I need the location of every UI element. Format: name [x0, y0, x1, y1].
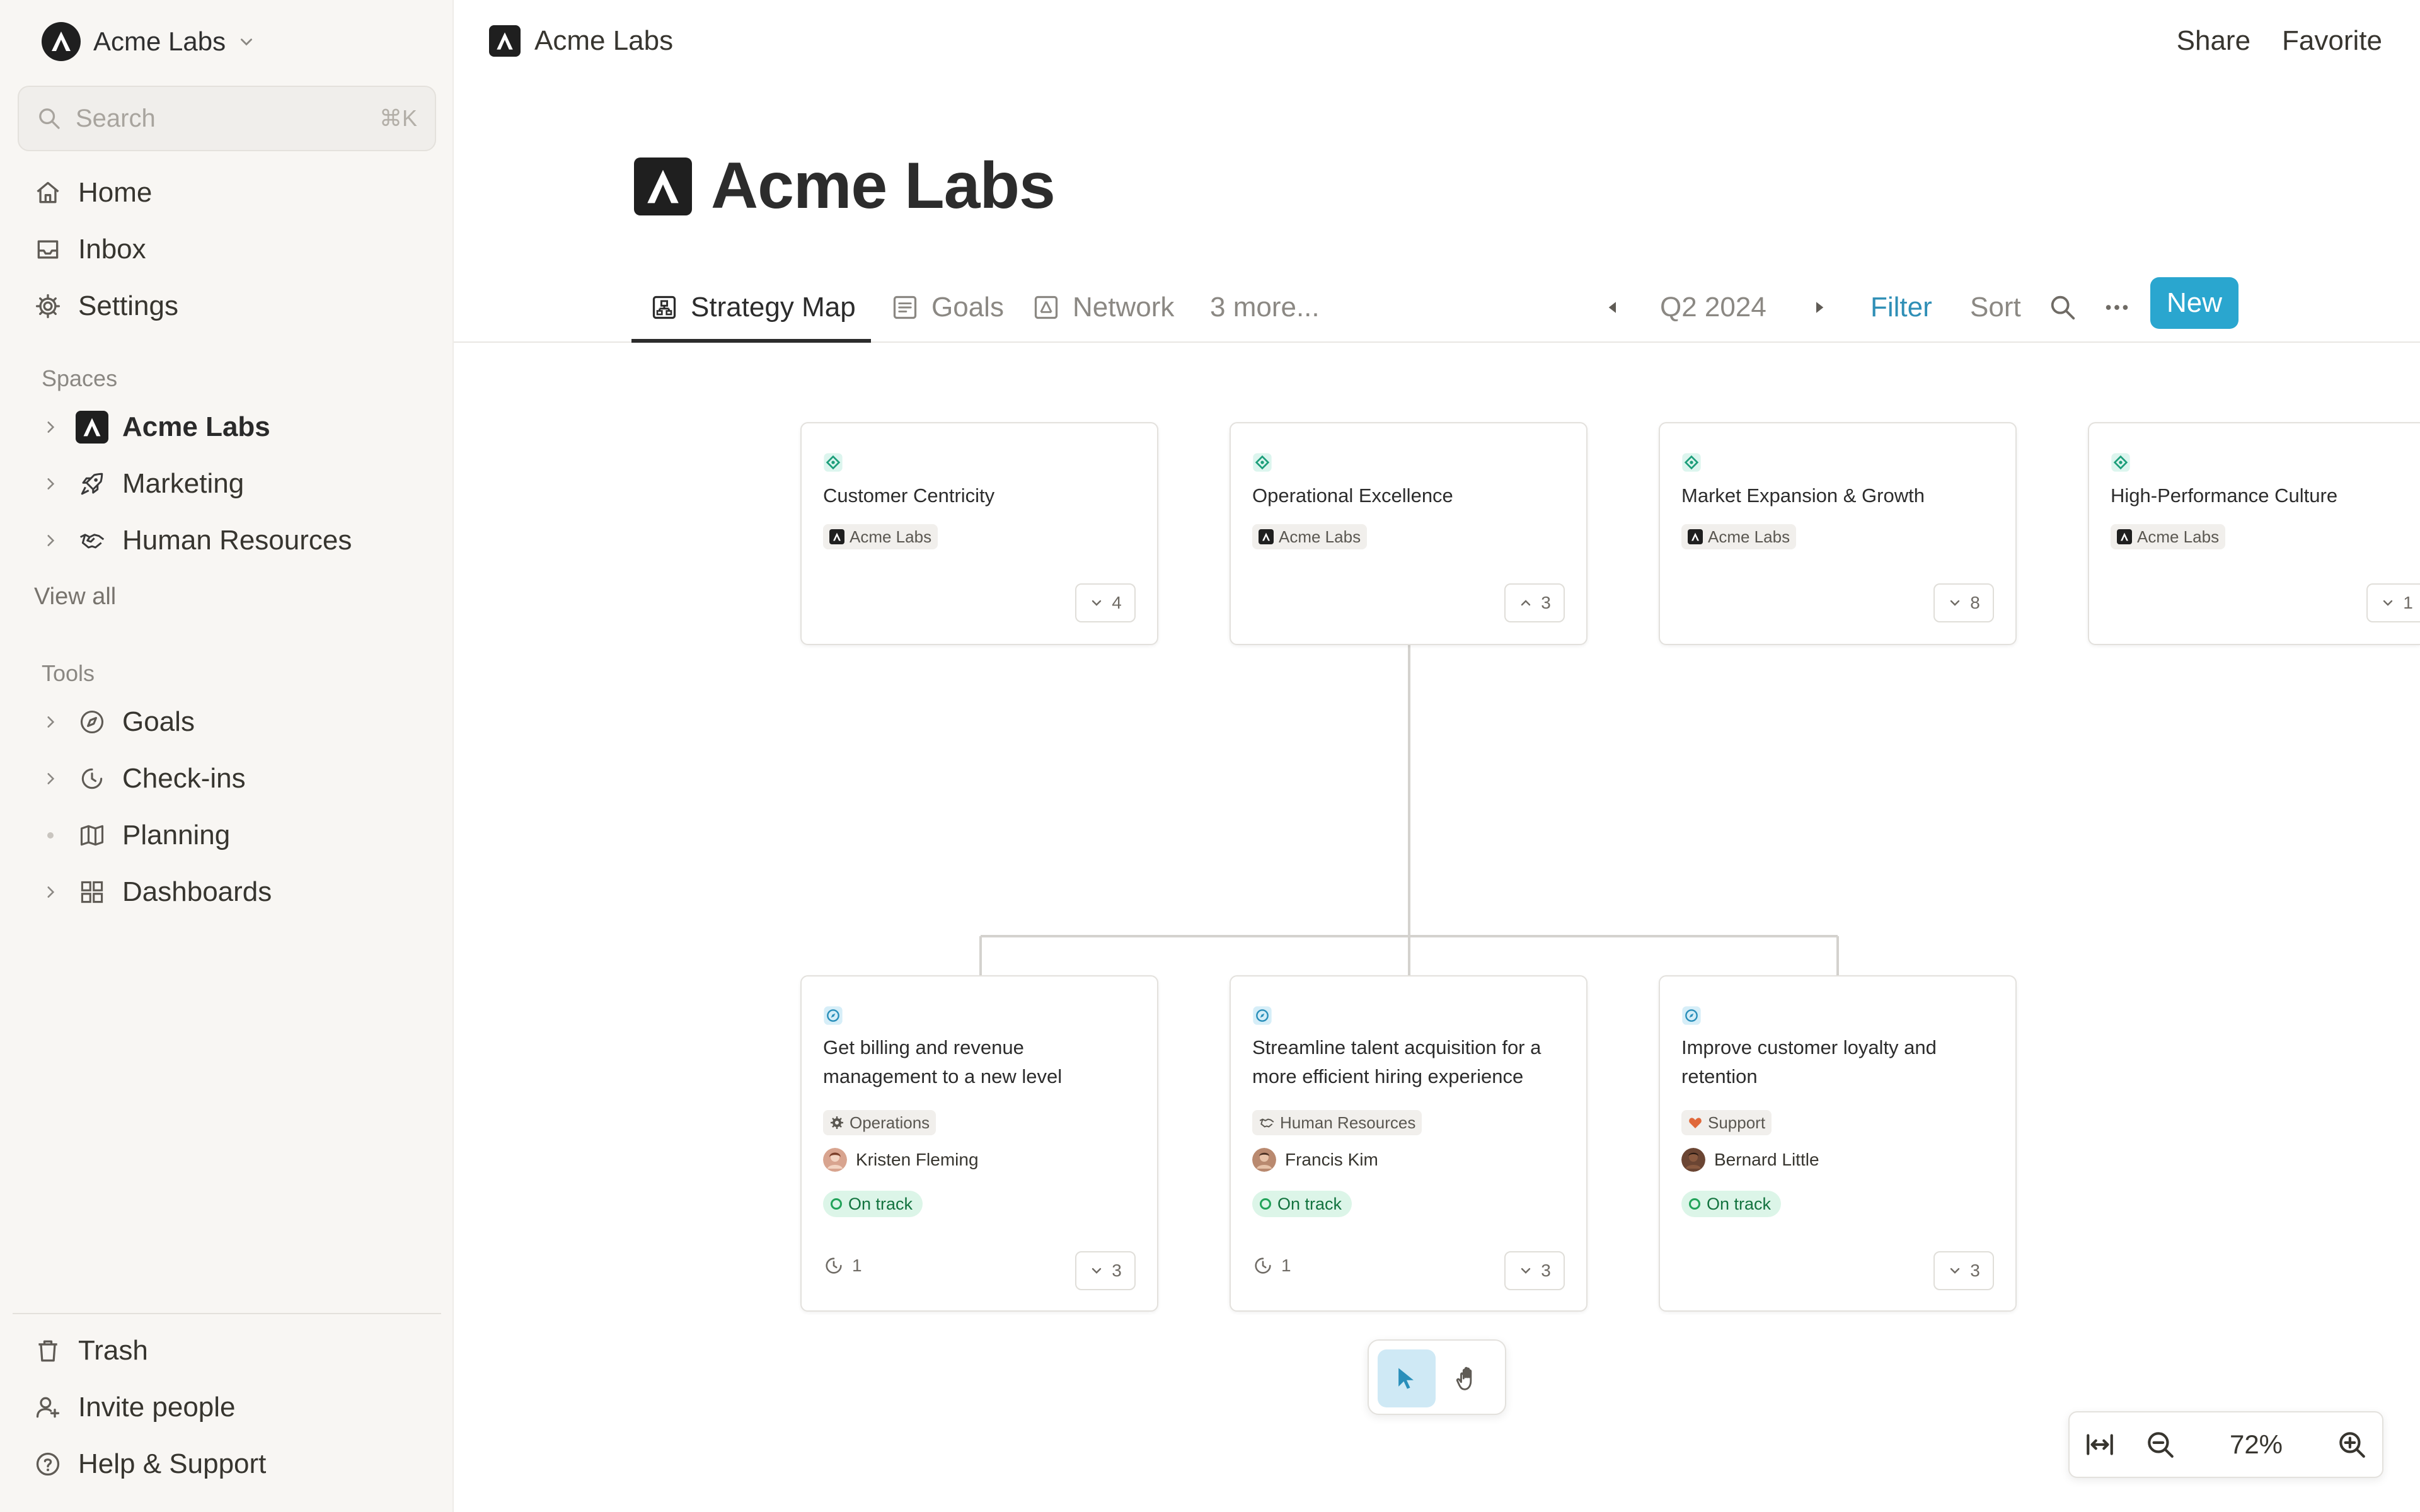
strategy-icon	[824, 453, 843, 472]
chip-label: Acme Labs	[850, 527, 932, 546]
goal-card[interactable]: Streamline talent acquisition for a more…	[1230, 975, 1587, 1312]
team-chip: Operations	[823, 1110, 936, 1135]
hand-icon	[1456, 1366, 1472, 1390]
children-count: 3	[1970, 1261, 1980, 1280]
expand-children-button[interactable]: 3	[1504, 1251, 1565, 1290]
goal-compass-icon	[1682, 1006, 1701, 1025]
avatar	[823, 1148, 847, 1172]
acme-logo-icon	[2117, 529, 2132, 544]
strategy-icon	[1682, 453, 1701, 472]
select-tool-button[interactable]	[1378, 1349, 1436, 1407]
goal-card[interactable]: Get billing and revenue management to a …	[800, 975, 1158, 1312]
chip-label: Human Resources	[1280, 1113, 1416, 1132]
expand-children-button[interactable]: 3	[1075, 1251, 1136, 1290]
clock-icon	[826, 1257, 842, 1274]
strategy-card[interactable]: Customer Centricity Acme Labs 4	[800, 422, 1158, 645]
children-count: 3	[1541, 593, 1551, 612]
chip-label: Acme Labs	[2137, 527, 2220, 546]
collapse-children-button[interactable]: 3	[1504, 583, 1565, 622]
chevron-down-icon	[1950, 600, 1960, 606]
zoom-out-icon	[2148, 1432, 2174, 1458]
space-chip: Acme Labs	[823, 524, 938, 549]
card-title: Customer Centricity	[823, 484, 995, 507]
expand-children-button[interactable]: 1	[2366, 583, 2420, 622]
zoom-in-icon	[2339, 1432, 2365, 1458]
space-chip: Acme Labs	[1252, 524, 1368, 549]
avatar	[1681, 1148, 1705, 1172]
chevron-up-icon	[1521, 600, 1531, 606]
children-count: 3	[1112, 1261, 1122, 1280]
status-label: On track	[1707, 1194, 1772, 1213]
card-title: Operational Excellence	[1252, 484, 1453, 507]
chevron-down-icon	[2383, 600, 2393, 606]
card-title: Market Expansion & Growth	[1681, 484, 1925, 507]
card-title: Get billing and revenue management to a …	[823, 1036, 1063, 1087]
fit-width-icon	[2087, 1434, 2113, 1455]
chip-label: Operations	[850, 1113, 930, 1132]
app-window: Acme Labs Search ⌘K Home Inbox Settings …	[0, 0, 2420, 1512]
zoom-level[interactable]: 72%	[2191, 1429, 2322, 1460]
status-label: On track	[848, 1194, 913, 1213]
space-chip: Acme Labs	[1681, 524, 1797, 549]
heart-icon	[1689, 1118, 1702, 1128]
strategy-icon	[2111, 453, 2130, 472]
goal-card[interactable]: Improve customer loyalty and retention S…	[1659, 975, 2017, 1312]
checkins-value: 1	[852, 1256, 862, 1275]
chevron-down-icon	[1092, 600, 1102, 606]
owner-name: Kristen Fleming	[856, 1150, 979, 1169]
status-badge: On track	[823, 1191, 923, 1217]
chevron-down-icon	[1950, 1268, 1960, 1274]
goal-owner[interactable]: Kristen Fleming	[823, 1148, 979, 1172]
zoom-controls: 72%	[2068, 1411, 2383, 1478]
avatar	[1252, 1148, 1276, 1172]
goal-owner[interactable]: Francis Kim	[1252, 1148, 1378, 1172]
strategy-card[interactable]: Market Expansion & Growth Acme Labs 8	[1659, 422, 2017, 645]
children-count: 4	[1112, 593, 1122, 612]
acme-logo-icon	[829, 529, 844, 544]
connector-lines	[979, 645, 1839, 975]
owner-name: Bernard Little	[1714, 1150, 1819, 1169]
status-label: On track	[1277, 1194, 1342, 1213]
children-count: 8	[1970, 593, 1980, 612]
space-chip: Acme Labs	[2111, 524, 2226, 549]
team-chip: Support	[1681, 1110, 1772, 1135]
acme-logo-icon	[1259, 529, 1274, 544]
card-title: High-Performance Culture	[2111, 484, 2338, 507]
chevron-down-icon	[1092, 1268, 1102, 1274]
acme-logo-icon	[1688, 529, 1703, 544]
chip-label: Support	[1708, 1113, 1766, 1132]
zoom-out-button[interactable]	[2130, 1414, 2191, 1475]
team-chip: Human Resources	[1252, 1110, 1422, 1135]
zoom-in-button[interactable]	[2322, 1414, 2382, 1475]
chevron-down-icon	[1521, 1268, 1531, 1274]
goal-owner[interactable]: Bernard Little	[1681, 1148, 1819, 1172]
strategy-card[interactable]: Operational Excellence Acme Labs 3	[1230, 422, 1587, 645]
cursor-arrow-icon	[1398, 1368, 1414, 1389]
status-badge: On track	[1252, 1191, 1352, 1217]
checkins-value: 1	[1281, 1256, 1291, 1275]
pan-tool-button[interactable]	[1439, 1349, 1497, 1407]
card-title: Improve customer loyalty and retention	[1681, 1036, 1937, 1087]
canvas-tool-switcher	[1368, 1339, 1506, 1415]
children-count: 3	[1541, 1261, 1551, 1280]
card-title: Streamline talent acquisition for a more…	[1252, 1036, 1541, 1087]
gear-icon	[831, 1116, 843, 1129]
checkins-count: 1	[823, 1255, 862, 1276]
chip-label: Acme Labs	[1708, 527, 1790, 546]
checkins-count: 1	[1252, 1255, 1291, 1276]
expand-children-button[interactable]: 3	[1933, 1251, 1994, 1290]
goal-compass-icon	[1253, 1006, 1272, 1025]
handshake-icon	[1259, 1118, 1274, 1128]
status-badge: On track	[1681, 1191, 1782, 1217]
goal-compass-icon	[824, 1006, 843, 1025]
expand-children-button[interactable]: 4	[1075, 583, 1136, 622]
strategy-card[interactable]: High-Performance Culture Acme Labs 1	[2088, 422, 2420, 645]
clock-icon	[1255, 1257, 1271, 1274]
children-count: 1	[2403, 593, 2413, 612]
owner-name: Francis Kim	[1285, 1150, 1378, 1169]
strategy-icon	[1253, 453, 1272, 472]
expand-children-button[interactable]: 8	[1933, 583, 1994, 622]
chip-label: Acme Labs	[1279, 527, 1361, 546]
fit-to-screen-button[interactable]	[2070, 1414, 2130, 1475]
